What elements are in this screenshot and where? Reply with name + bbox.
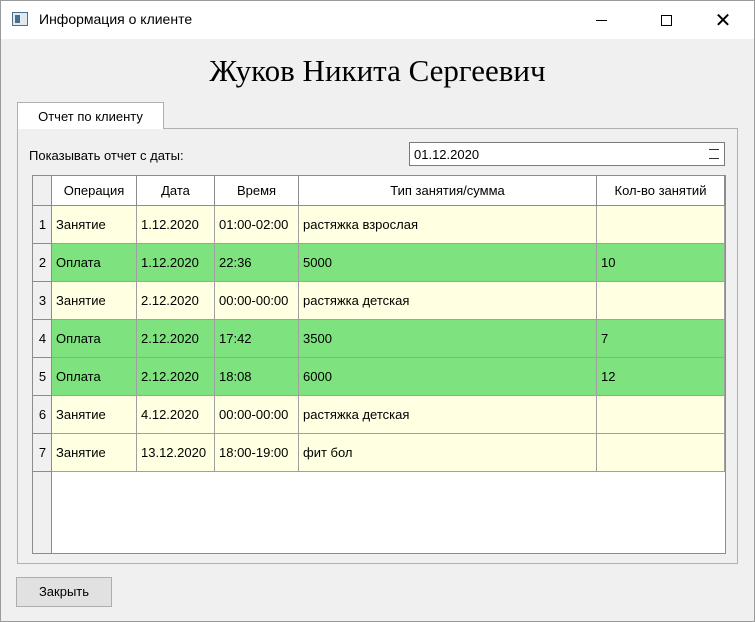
- table-cell[interactable]: растяжка детская: [299, 282, 597, 320]
- table-cell[interactable]: 2.12.2020: [137, 282, 215, 320]
- table-cell[interactable]: 17:42: [215, 320, 299, 358]
- table-cell[interactable]: 13.12.2020: [137, 434, 215, 472]
- row-number[interactable]: 1: [33, 206, 52, 244]
- table-cell[interactable]: 4.12.2020: [137, 396, 215, 434]
- row-number[interactable]: 7: [33, 434, 52, 472]
- column-header[interactable]: Кол-во занятий: [597, 176, 725, 206]
- client-info-window: Информация о клиенте ✕ Жуков Никита Серг…: [0, 0, 755, 622]
- table-corner: [33, 176, 52, 206]
- table-cell[interactable]: растяжка взрослая: [299, 206, 597, 244]
- table-cell[interactable]: 12: [597, 358, 725, 396]
- table-cell[interactable]: [597, 282, 725, 320]
- table-cell[interactable]: 00:00-00:00: [215, 396, 299, 434]
- table-cell[interactable]: Оплата: [52, 244, 137, 282]
- table-cell[interactable]: 7: [597, 320, 725, 358]
- table-cell[interactable]: Занятие: [52, 206, 137, 244]
- table-cell[interactable]: [597, 396, 725, 434]
- column-header[interactable]: Время: [215, 176, 299, 206]
- spin-arrows-icon[interactable]: [704, 143, 724, 165]
- table-cell[interactable]: [597, 206, 725, 244]
- column-header[interactable]: Дата: [137, 176, 215, 206]
- table-cell[interactable]: 10: [597, 244, 725, 282]
- row-number[interactable]: 4: [33, 320, 52, 358]
- client-name-heading: Жуков Никита Сергеевич: [209, 53, 546, 88]
- date-from-input[interactable]: 01.12.2020: [409, 142, 725, 166]
- table-cell[interactable]: 5000: [299, 244, 597, 282]
- table-cell[interactable]: 6000: [299, 358, 597, 396]
- close-button[interactable]: Закрыть: [16, 577, 112, 607]
- table-cell[interactable]: [597, 434, 725, 472]
- maximize-button[interactable]: [643, 1, 689, 39]
- minimize-button[interactable]: [578, 1, 624, 39]
- date-value: 01.12.2020: [414, 147, 480, 162]
- table-cell[interactable]: 3500: [299, 320, 597, 358]
- title-bar: Информация о клиенте ✕: [1, 1, 754, 39]
- table-cell[interactable]: 18:00-19:00: [215, 434, 299, 472]
- table-cell[interactable]: 18:08: [215, 358, 299, 396]
- window-app-icon: [12, 12, 28, 26]
- table-cell[interactable]: 01:00-02:00: [215, 206, 299, 244]
- window-title: Информация о клиенте: [39, 11, 193, 27]
- table-cell[interactable]: Оплата: [52, 320, 137, 358]
- date-filter-label: Показывать отчет с даты:: [29, 148, 184, 163]
- row-number[interactable]: 5: [33, 358, 52, 396]
- minimize-icon: [595, 19, 607, 21]
- row-number[interactable]: 6: [33, 396, 52, 434]
- table-cell[interactable]: Занятие: [52, 282, 137, 320]
- table-cell[interactable]: Занятие: [52, 434, 137, 472]
- maximize-icon: [660, 14, 672, 26]
- table-cell[interactable]: растяжка детская: [299, 396, 597, 434]
- table-cell[interactable]: 1.12.2020: [137, 206, 215, 244]
- table-cell[interactable]: 00:00-00:00: [215, 282, 299, 320]
- table-cell[interactable]: фит бол: [299, 434, 597, 472]
- report-table[interactable]: Операция Дата Время Тип занятия/сумма Кол-во…: [32, 175, 726, 554]
- row-number[interactable]: 2: [33, 244, 52, 282]
- table-cell[interactable]: Оплата: [52, 358, 137, 396]
- table-cell[interactable]: 2.12.2020: [137, 358, 215, 396]
- table-cell[interactable]: 2.12.2020: [137, 320, 215, 358]
- close-icon: ✕: [714, 8, 732, 32]
- tab-client-report[interactable]: Отчет по клиенту: [17, 102, 164, 129]
- row-number[interactable]: 3: [33, 282, 52, 320]
- table-cell[interactable]: Занятие: [52, 396, 137, 434]
- column-header[interactable]: Тип занятия/сумма: [299, 176, 597, 206]
- table-cell[interactable]: 1.12.2020: [137, 244, 215, 282]
- column-header[interactable]: Операция: [52, 176, 137, 206]
- table-cell[interactable]: 22:36: [215, 244, 299, 282]
- close-window-button[interactable]: ✕: [700, 1, 746, 39]
